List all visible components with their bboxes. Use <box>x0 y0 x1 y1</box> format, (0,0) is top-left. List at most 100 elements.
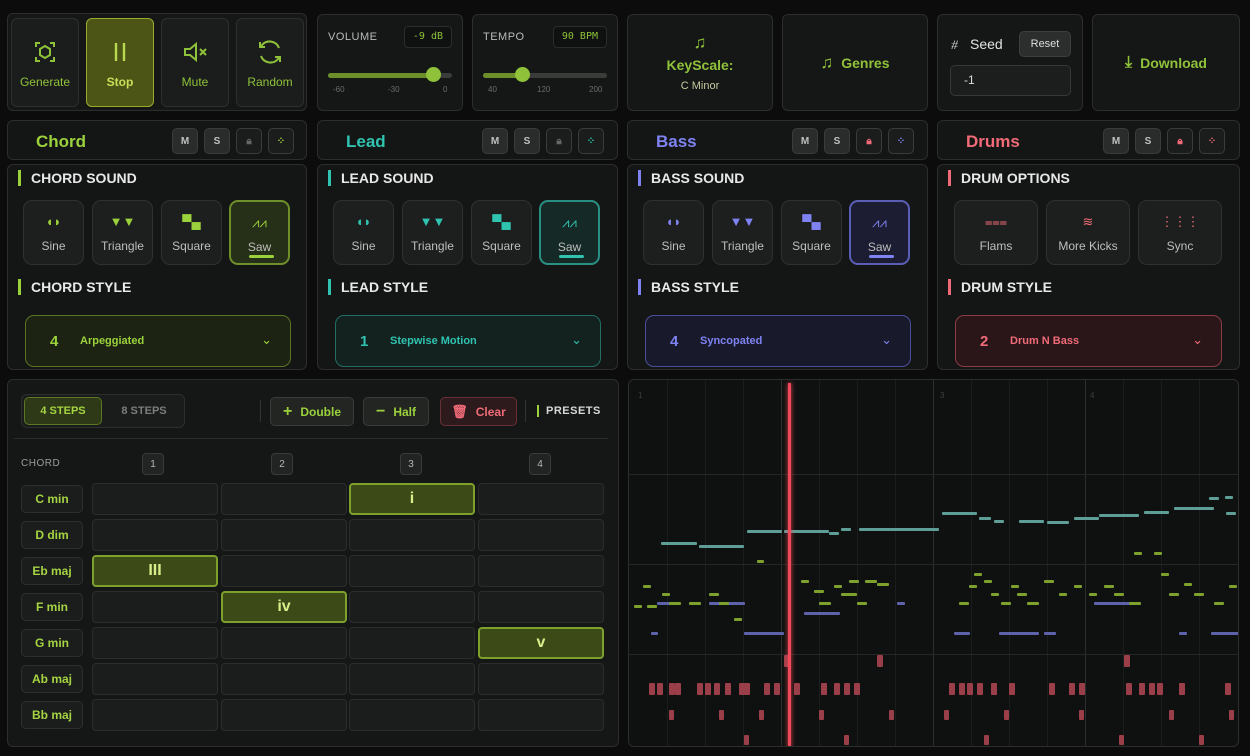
sequencer-cell-active[interactable]: iv <box>221 591 347 623</box>
sequencer-cell[interactable] <box>478 483 604 515</box>
chord-wave-square[interactable]: ▀▄ Square <box>161 200 222 265</box>
sequencer-cell[interactable] <box>478 591 604 623</box>
sequencer-cell[interactable] <box>92 663 218 695</box>
chord-row-label[interactable]: G min <box>21 629 83 657</box>
chord-note <box>857 602 867 605</box>
drum-option-more-kicks[interactable]: ≋ More Kicks <box>1046 200 1130 265</box>
bass-solo-button[interactable]: S <box>824 128 850 154</box>
genres-button[interactable]: ♫ Genres <box>782 14 928 111</box>
chord-wave-sine[interactable]: ◖◗ Sine <box>23 200 84 265</box>
drums-randomize-button[interactable]: ⁘ <box>1199 128 1225 154</box>
chord-solo-button[interactable]: S <box>204 128 230 154</box>
generate-icon <box>35 41 55 62</box>
sequencer-cell[interactable] <box>478 699 604 731</box>
chord-wave-triangle[interactable]: ▼▼ Triangle <box>92 200 153 265</box>
sequencer-cell[interactable] <box>349 627 475 659</box>
drum-option-flams[interactable]: ⩶ Flams <box>954 200 1038 265</box>
sequencer-cell[interactable] <box>478 555 604 587</box>
half-button[interactable]: − Half <box>363 397 429 426</box>
bass-lock-button[interactable]: 🔒︎ <box>856 128 882 154</box>
chord-row-label[interactable]: Eb maj <box>21 557 83 585</box>
tempo-slider-thumb[interactable] <box>514 67 530 82</box>
keyscale-button[interactable]: ♫ KeyScale: C Minor <box>627 14 773 111</box>
double-button[interactable]: + Double <box>270 397 354 426</box>
sequencer-cell[interactable] <box>92 591 218 623</box>
chord-row-label[interactable]: F min <box>21 593 83 621</box>
seed-reset-button[interactable]: Reset <box>1019 31 1071 57</box>
sequencer-cell[interactable] <box>92 519 218 551</box>
lead-style-dropdown[interactable]: 1 Stepwise Motion ⌄ <box>335 315 601 367</box>
sequencer-cell-active[interactable]: v <box>478 627 604 659</box>
random-button[interactable]: Random <box>236 18 304 107</box>
lead-wave-sine[interactable]: ◖◗ Sine <box>333 200 394 265</box>
drums-mute-button[interactable]: M <box>1103 128 1129 154</box>
drums-solo-button[interactable]: S <box>1135 128 1161 154</box>
chord-randomize-button[interactable]: ⁘ <box>268 128 294 154</box>
lead-note <box>841 528 851 531</box>
chord-row-label[interactable]: Ab maj <box>21 665 83 693</box>
sequencer-cell[interactable] <box>478 519 604 551</box>
drums-lock-button[interactable]: 🔒︎ <box>1167 128 1193 154</box>
drum-hit <box>725 683 731 695</box>
bass-mute-button[interactable]: M <box>792 128 818 154</box>
download-button[interactable]: ⤓ Download <box>1092 14 1240 111</box>
sequencer-cell[interactable] <box>221 483 347 515</box>
tab-4-steps[interactable]: 4 STEPS <box>24 397 102 425</box>
sequencer-cell[interactable] <box>478 663 604 695</box>
sequencer-cell[interactable] <box>221 555 347 587</box>
presets-button[interactable]: PRESETS <box>537 405 601 417</box>
wave-label: Saw <box>557 240 582 254</box>
sequencer-cell[interactable] <box>349 555 475 587</box>
drum-option-sync[interactable]: ⋮⋮⋮ Sync <box>1138 200 1222 265</box>
drum-style-dropdown[interactable]: 2 Drum N Bass ⌄ <box>955 315 1222 367</box>
sequencer-cell[interactable] <box>92 699 218 731</box>
lead-solo-button[interactable]: S <box>514 128 540 154</box>
chord-wave-saw[interactable]: ⩘⩘ Saw <box>229 200 290 265</box>
chord-mute-button[interactable]: M <box>172 128 198 154</box>
sequencer-cell[interactable] <box>349 699 475 731</box>
bass-wave-saw[interactable]: ⩘⩘ Saw <box>849 200 910 265</box>
sequencer-cell[interactable] <box>349 591 475 623</box>
bass-randomize-button[interactable]: ⁘ <box>888 128 914 154</box>
seed-input[interactable]: -1 <box>950 65 1071 96</box>
stop-button[interactable]: Stop <box>86 18 154 107</box>
drum-hit <box>764 683 770 695</box>
chord-row-label[interactable]: C min <box>21 485 83 513</box>
tab-8-steps[interactable]: 8 STEPS <box>106 397 182 425</box>
lead-mute-button[interactable]: M <box>482 128 508 154</box>
volume-label: VOLUME <box>328 31 378 43</box>
sequencer-cell[interactable] <box>92 483 218 515</box>
sequencer-cell[interactable] <box>221 627 347 659</box>
sequencer-cell[interactable] <box>221 663 347 695</box>
sequencer-cell[interactable] <box>221 519 347 551</box>
lead-wave-triangle[interactable]: ▼▼ Triangle <box>402 200 463 265</box>
bass-wave-sine[interactable]: ◖◗ Sine <box>643 200 704 265</box>
chevron-down-icon: ⌄ <box>881 332 892 347</box>
sequencer-cell[interactable] <box>92 627 218 659</box>
sequencer-cell-active[interactable]: III <box>92 555 218 587</box>
clear-button[interactable]: 🗑︎ Clear <box>440 397 517 426</box>
bass-style-dropdown[interactable]: 4 Syncopated ⌄ <box>645 315 911 367</box>
bass-wave-triangle[interactable]: ▼▼ Triangle <box>712 200 773 265</box>
lead-lock-button[interactable]: 🔒︎ <box>546 128 572 154</box>
mute-button[interactable]: Mute <box>161 18 229 107</box>
chord-row-label[interactable]: Bb maj <box>21 701 83 729</box>
step-number: 4 <box>529 453 551 475</box>
drum-hit <box>1179 683 1185 695</box>
lead-wave-saw[interactable]: ⩘⩘ Saw <box>539 200 600 265</box>
sequencer-cell-active[interactable]: i <box>349 483 475 515</box>
lead-randomize-button[interactable]: ⁘ <box>578 128 604 154</box>
chord-lock-button[interactable]: 🔒︎ <box>236 128 262 154</box>
volume-slider-thumb[interactable] <box>426 67 442 82</box>
sequencer-cell[interactable] <box>349 519 475 551</box>
tempo-slider[interactable] <box>483 73 607 78</box>
chord-row-label[interactable]: D dim <box>21 521 83 549</box>
generate-button[interactable]: Generate <box>11 18 79 107</box>
chord-note <box>959 602 969 605</box>
sequencer-cell[interactable] <box>349 663 475 695</box>
chord-note <box>1129 602 1141 605</box>
lead-wave-square[interactable]: ▀▄ Square <box>471 200 532 265</box>
sequencer-cell[interactable] <box>221 699 347 731</box>
chord-style-dropdown[interactable]: 4 Arpeggiated ⌄ <box>25 315 291 367</box>
bass-wave-square[interactable]: ▀▄ Square <box>781 200 842 265</box>
